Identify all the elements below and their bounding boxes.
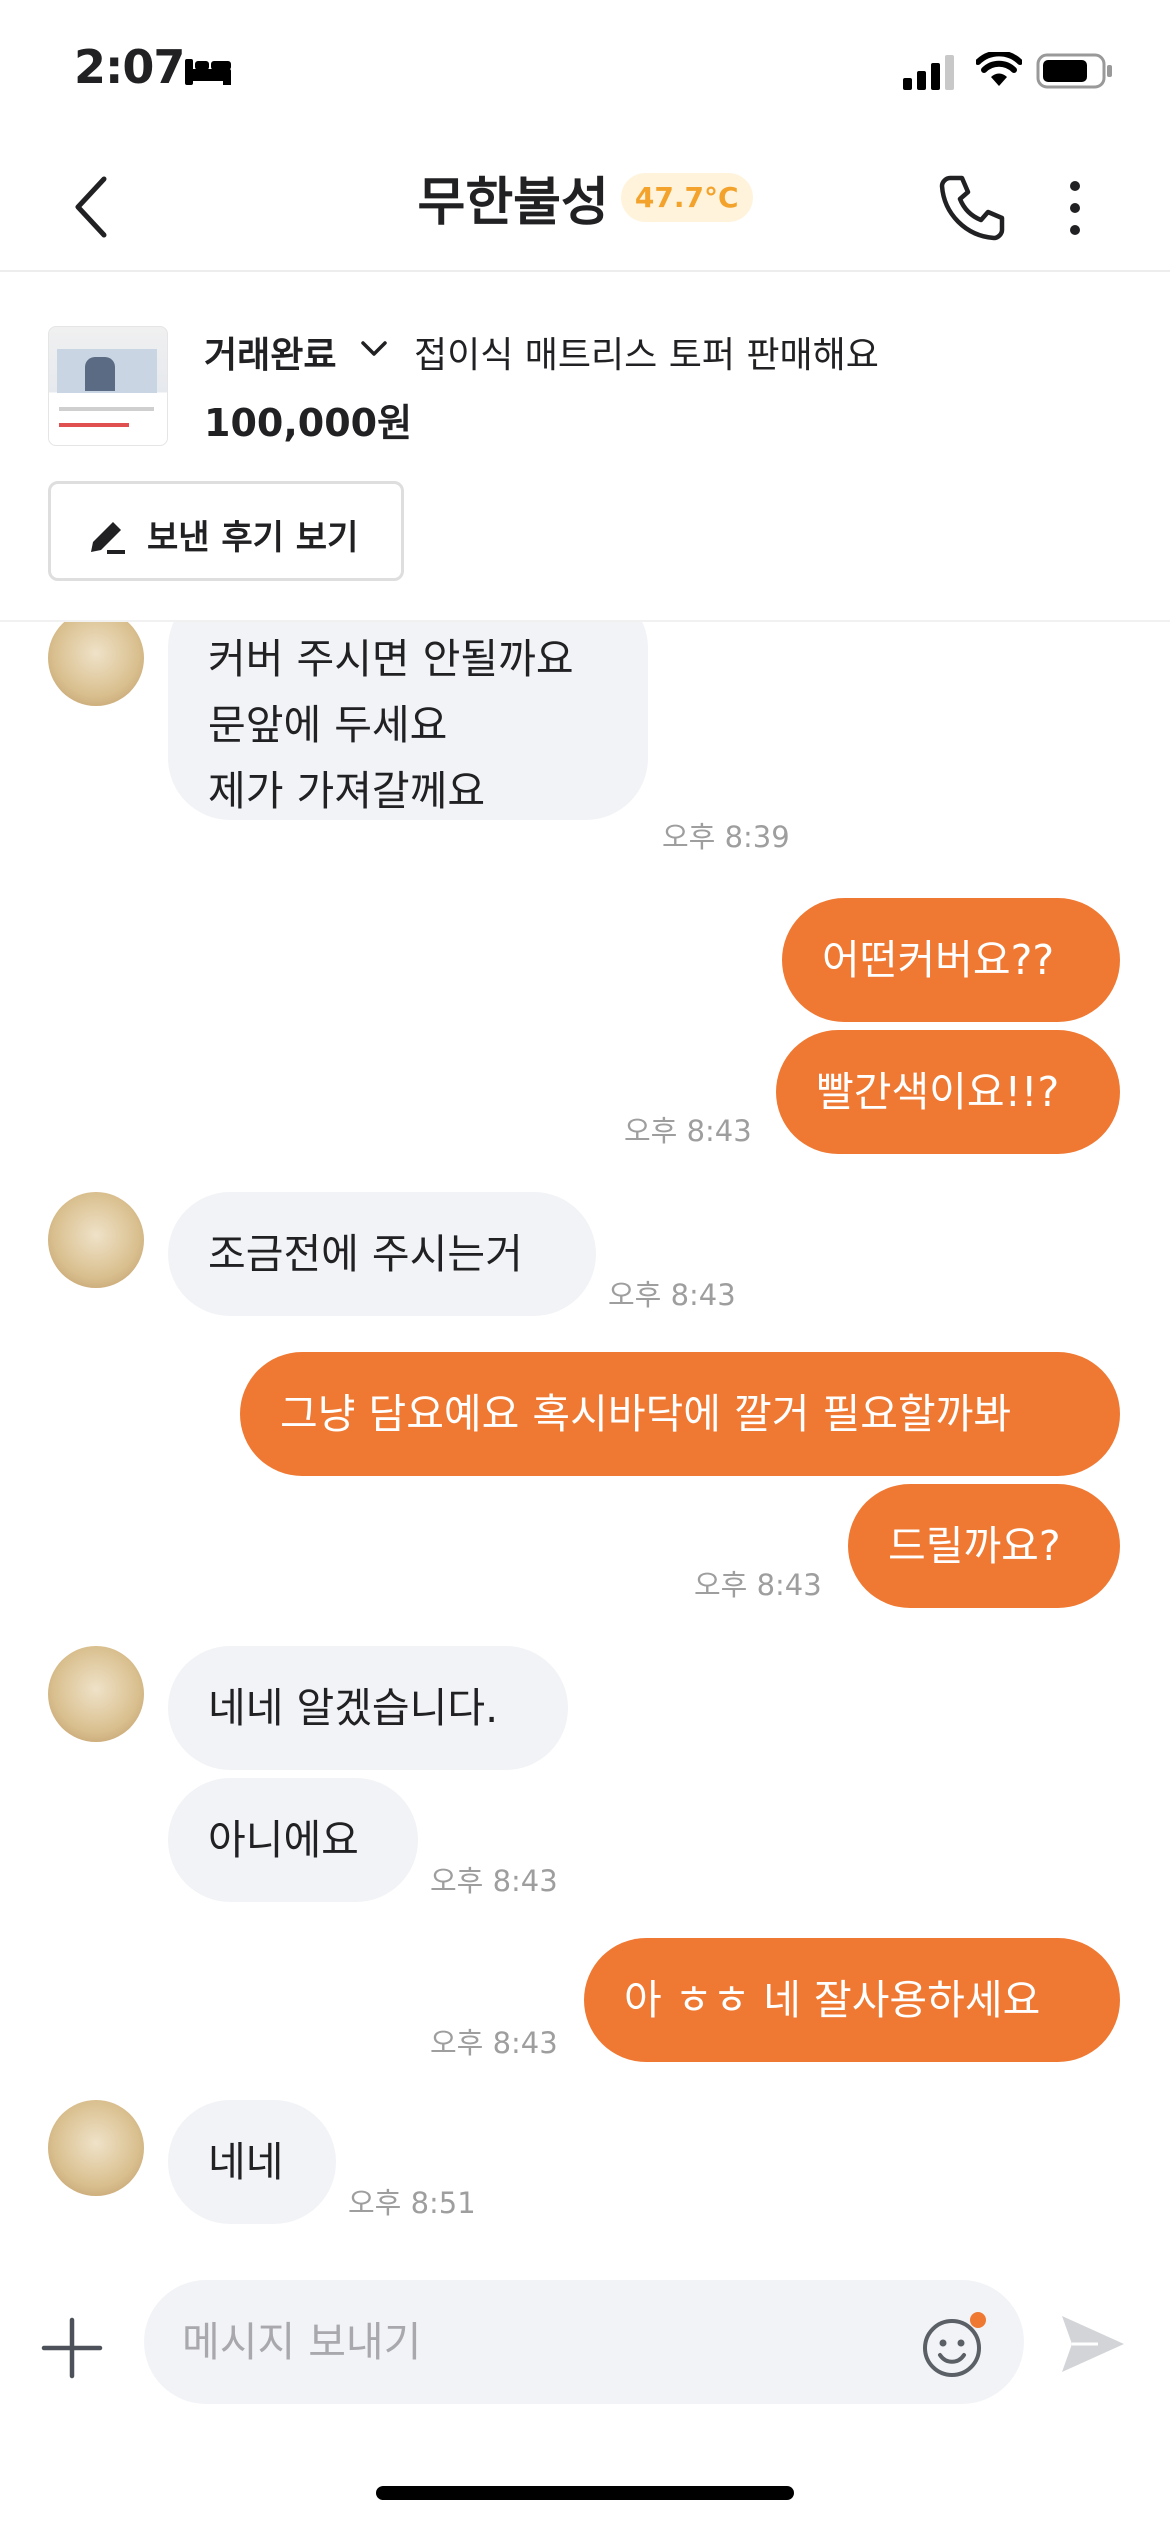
- outgoing-message[interactable]: 드릴까요?: [848, 1484, 1120, 1608]
- incoming-message[interactable]: 네네: [168, 2100, 336, 2224]
- product-price: 100,000원: [204, 401, 413, 445]
- message-time: 오후 8:43: [624, 1114, 752, 1148]
- battery-icon: [1036, 53, 1112, 89]
- message-input-field[interactable]: [144, 2280, 1024, 2404]
- incoming-message[interactable]: 조금전에 주시는거: [168, 1192, 596, 1316]
- avatar[interactable]: [48, 1646, 144, 1742]
- avatar[interactable]: [48, 2100, 144, 2196]
- message-time: 오후 8:43: [430, 1864, 558, 1898]
- outgoing-message[interactable]: 빨간색이요!!?: [776, 1030, 1120, 1154]
- incoming-message[interactable]: 커버 주시면 안될까요 문앞에 두세요 제가 가져갈께요: [168, 622, 648, 820]
- avatar[interactable]: [48, 1192, 144, 1288]
- message-line: 커버 주시면 안될까요: [208, 635, 574, 683]
- avatar[interactable]: [48, 622, 144, 706]
- message-time: 오후 8:51: [348, 2186, 476, 2220]
- product-thumbnail[interactable]: [48, 326, 168, 446]
- view-sent-review-button[interactable]: 보낸 후기 보기: [48, 481, 404, 581]
- manner-temperature-badge: 47.7°C: [620, 173, 753, 222]
- incoming-message[interactable]: 네네 알겠습니다.: [168, 1646, 568, 1770]
- message-time: 오후 8:43: [430, 2026, 558, 2060]
- trade-status[interactable]: 거래완료: [204, 326, 336, 378]
- message-list[interactable]: 커버 주시면 안될까요 문앞에 두세요 제가 가져갈께요 오후 8:39 어떤커…: [0, 622, 1170, 2270]
- message-input[interactable]: [180, 2308, 884, 2376]
- wifi-icon: [976, 52, 1022, 86]
- outgoing-message[interactable]: 아 ㅎㅎ 네 잘사용하세요: [584, 1938, 1120, 2062]
- outgoing-message[interactable]: 어떤커버요??: [782, 898, 1120, 1022]
- message-time: 오후 8:43: [694, 1568, 822, 1602]
- plus-icon[interactable]: [40, 2316, 104, 2380]
- review-button-label: 보낸 후기 보기: [147, 518, 359, 558]
- status-time: 2:07: [74, 40, 185, 94]
- phone-icon[interactable]: [938, 172, 1008, 242]
- more-icon[interactable]: [1065, 180, 1085, 236]
- message-time: 오후 8:43: [608, 1278, 736, 1312]
- home-indicator: [376, 2486, 794, 2500]
- bed-icon: [185, 59, 231, 85]
- signal-icon: [903, 55, 954, 90]
- incoming-message[interactable]: 아니에요: [168, 1778, 418, 1902]
- message-time: 오후 8:39: [662, 820, 790, 854]
- send-icon[interactable]: [1058, 2312, 1128, 2376]
- chat-partner-name[interactable]: 무한불성: [417, 173, 608, 233]
- emoji-icon[interactable]: [918, 2308, 990, 2380]
- status-bar: 2:07: [0, 0, 1170, 140]
- chevron-down-icon[interactable]: [360, 340, 388, 358]
- product-title[interactable]: 접이식 매트리스 토퍼 판매해요: [414, 326, 879, 378]
- pencil-icon: [91, 522, 125, 554]
- message-line: 문앞에 두세요: [208, 701, 448, 749]
- outgoing-message[interactable]: 그냥 담요예요 혹시바닥에 깔거 필요할까봐: [240, 1352, 1120, 1476]
- message-line: 제가 가져갈께요: [208, 767, 486, 815]
